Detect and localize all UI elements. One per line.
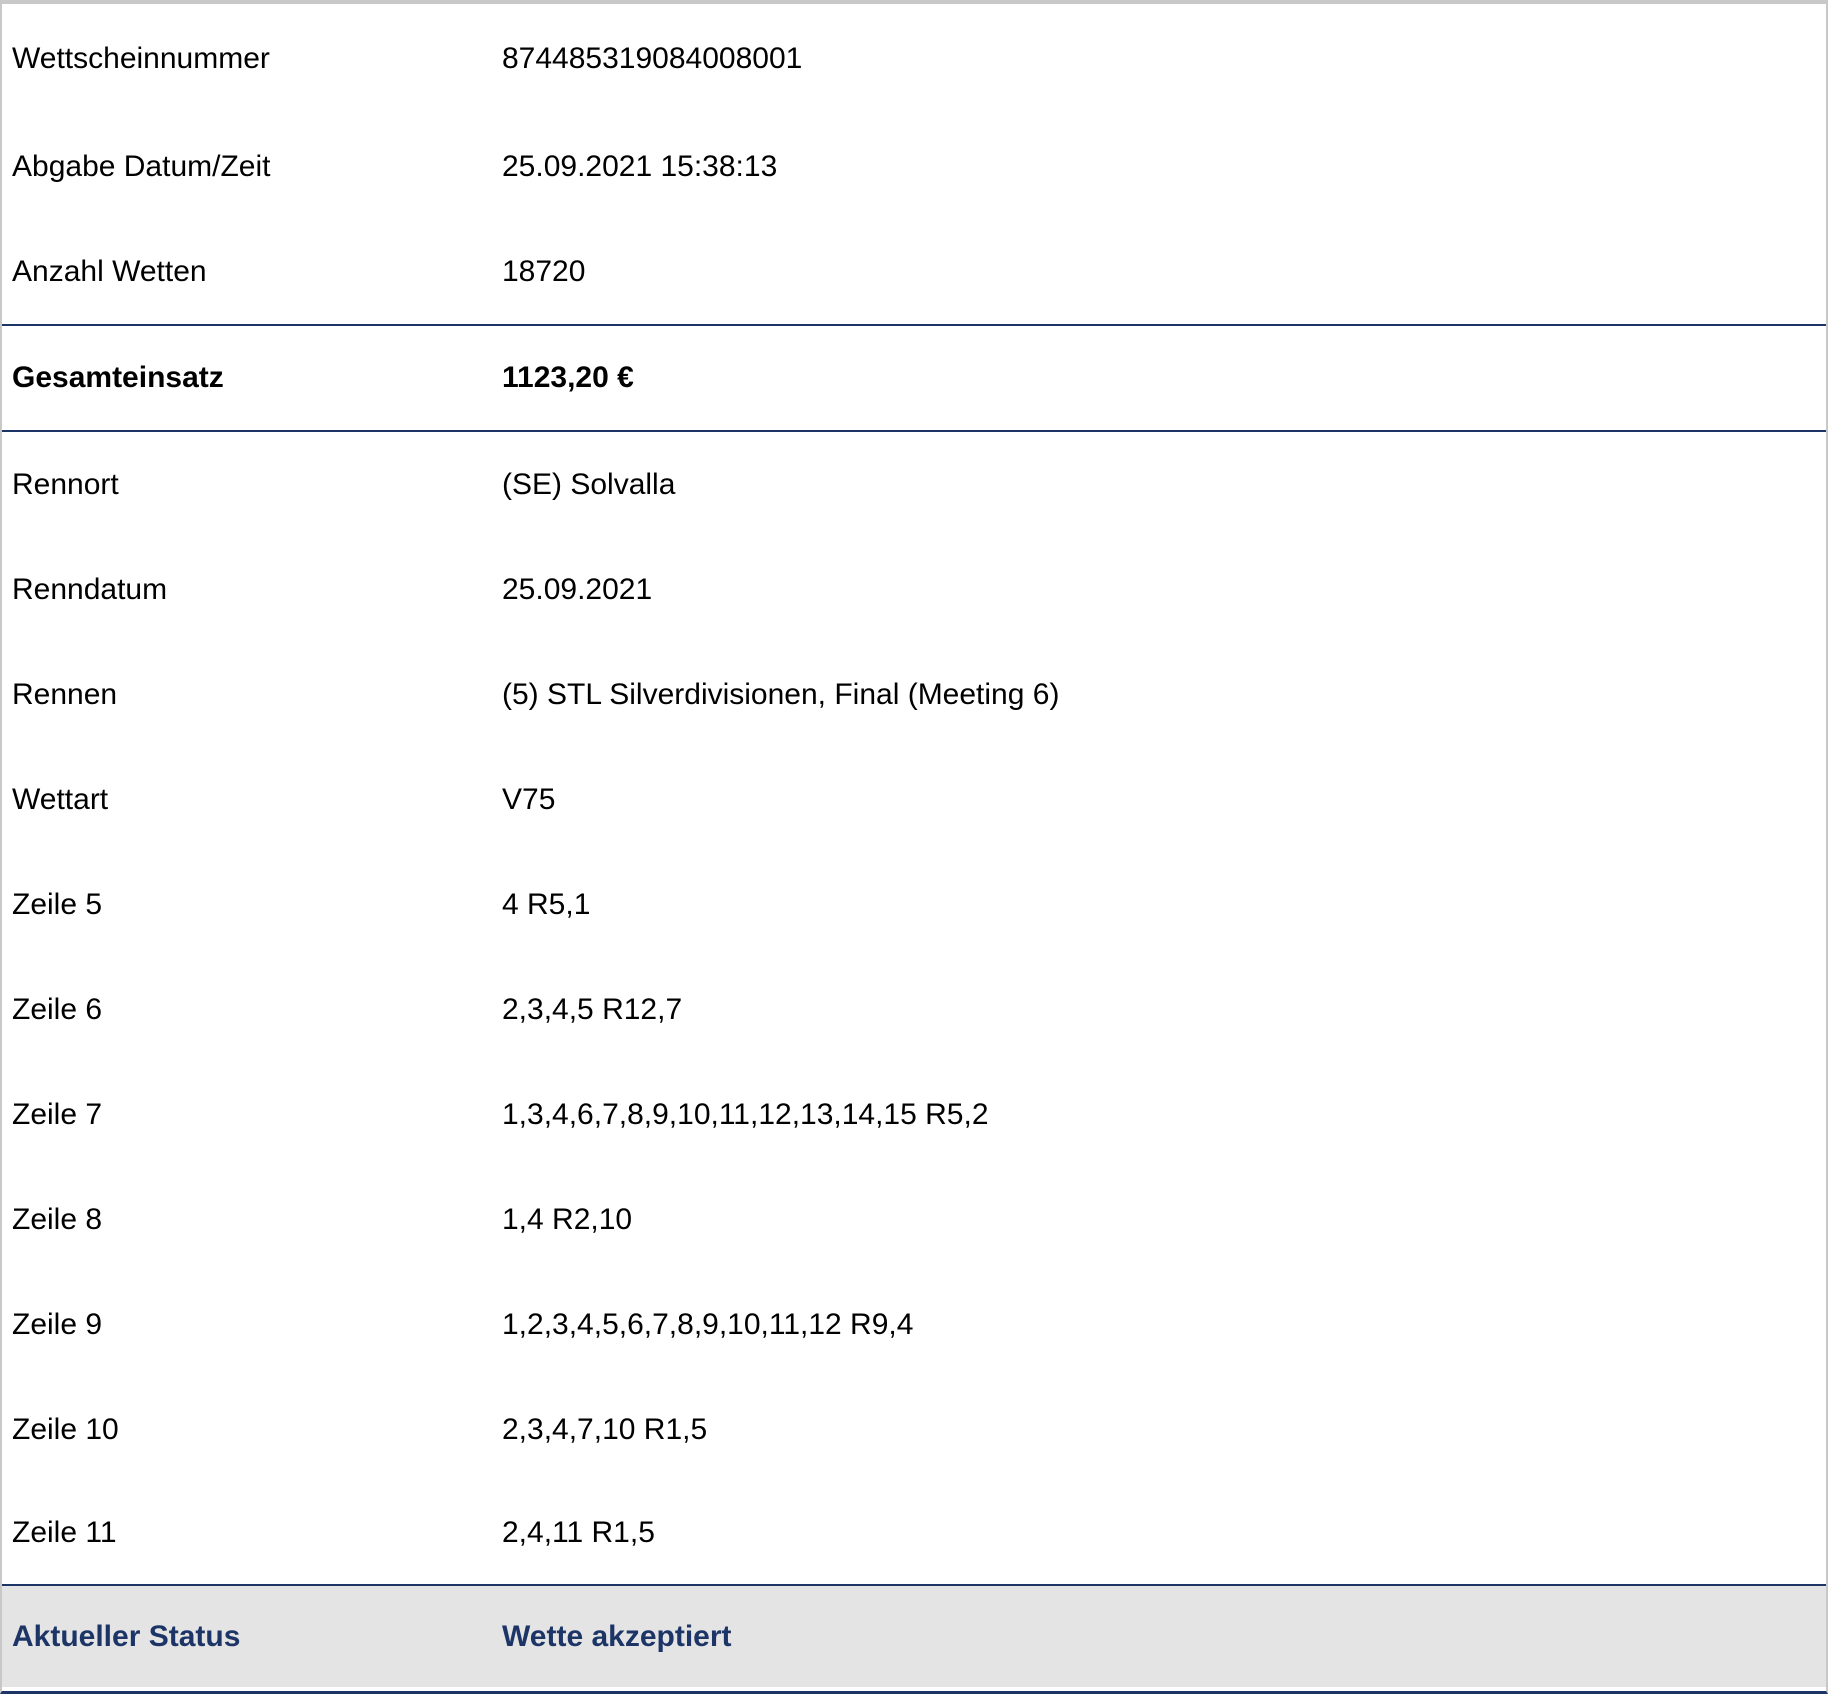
race-venue-value: (SE) Solvalla [502, 467, 676, 501]
bet-count-value: 18720 [502, 254, 586, 288]
leg-selection: 2,3,4,7,10 R1,5 [502, 1412, 708, 1446]
leg-selection: 4 R5,1 [502, 887, 591, 921]
leg-row-9: Zeile 9 1,2,3,4,5,6,7,8,9,10,11,12 R9,4 [2, 1272, 1826, 1377]
total-stake-row: Gesamteinsatz 1123,20 € [2, 324, 1826, 432]
current-status-row: Aktueller Status Wette akzeptiert [2, 1584, 1826, 1687]
total-stake-value: 1123,20 € [502, 361, 634, 394]
leg-label: Zeile 7 [12, 1097, 103, 1131]
race-label: Rennen [12, 677, 118, 711]
leg-row-10: Zeile 10 2,3,4,7,10 R1,5 [2, 1377, 1826, 1482]
bet-type-row: Wettart V75 [2, 747, 1826, 852]
leg-label: Zeile 5 [12, 887, 103, 921]
bet-count-label: Anzahl Wetten [12, 254, 207, 288]
leg-label: Zeile 6 [12, 992, 103, 1026]
ticket-number-value: 874485319084008001 [502, 42, 803, 75]
leg-label: Zeile 9 [12, 1307, 103, 1341]
leg-selection: 2,3,4,5 R12,7 [502, 992, 683, 1026]
ticket-number-label: Wettscheinnummer [12, 42, 270, 75]
bet-ticket-table: Wettscheinnummer 874485319084008001 Abga… [0, 0, 1828, 1694]
current-status-value: Wette akzeptiert [502, 1619, 732, 1653]
race-date-label: Renndatum [12, 572, 168, 606]
race-date-row: Renndatum 25.09.2021 [2, 537, 1826, 642]
leg-selection: 1,3,4,6,7,8,9,10,11,12,13,14,15 R5,2 [502, 1097, 989, 1131]
leg-row-6: Zeile 6 2,3,4,5 R12,7 [2, 957, 1826, 1062]
bet-type-value: V75 [502, 782, 556, 816]
race-date-value: 25.09.2021 [502, 572, 653, 606]
leg-row-8: Zeile 8 1,4 R2,10 [2, 1167, 1826, 1272]
current-status-label: Aktueller Status [12, 1619, 241, 1653]
leg-selection: 2,4,11 R1,5 [502, 1516, 655, 1549]
ticket-number-row: Wettscheinnummer 874485319084008001 [2, 4, 1826, 114]
bet-type-label: Wettart [12, 782, 109, 816]
race-venue-label: Rennort [12, 467, 119, 501]
leg-label: Zeile 8 [12, 1202, 103, 1236]
bet-count-row: Anzahl Wetten 18720 [2, 219, 1826, 324]
race-value: (5) STL Silverdivisionen, Final (Meeting… [502, 677, 1060, 711]
submission-datetime-label: Abgabe Datum/Zeit [12, 149, 271, 183]
submission-datetime-value: 25.09.2021 15:38:13 [502, 149, 778, 183]
race-row: Rennen (5) STL Silverdivisionen, Final (… [2, 642, 1826, 747]
leg-selection: 1,2,3,4,5,6,7,8,9,10,11,12 R9,4 [502, 1307, 914, 1341]
total-stake-label: Gesamteinsatz [12, 361, 224, 394]
leg-label: Zeile 11 [12, 1516, 117, 1549]
race-venue-row: Rennort (SE) Solvalla [2, 432, 1826, 537]
leg-selection: 1,4 R2,10 [502, 1202, 633, 1236]
leg-row-11: Zeile 11 2,4,11 R1,5 [2, 1482, 1826, 1584]
leg-row-5: Zeile 5 4 R5,1 [2, 852, 1826, 957]
leg-label: Zeile 10 [12, 1412, 119, 1446]
submission-datetime-row: Abgabe Datum/Zeit 25.09.2021 15:38:13 [2, 114, 1826, 219]
leg-row-7: Zeile 7 1,3,4,6,7,8,9,10,11,12,13,14,15 … [2, 1062, 1826, 1167]
